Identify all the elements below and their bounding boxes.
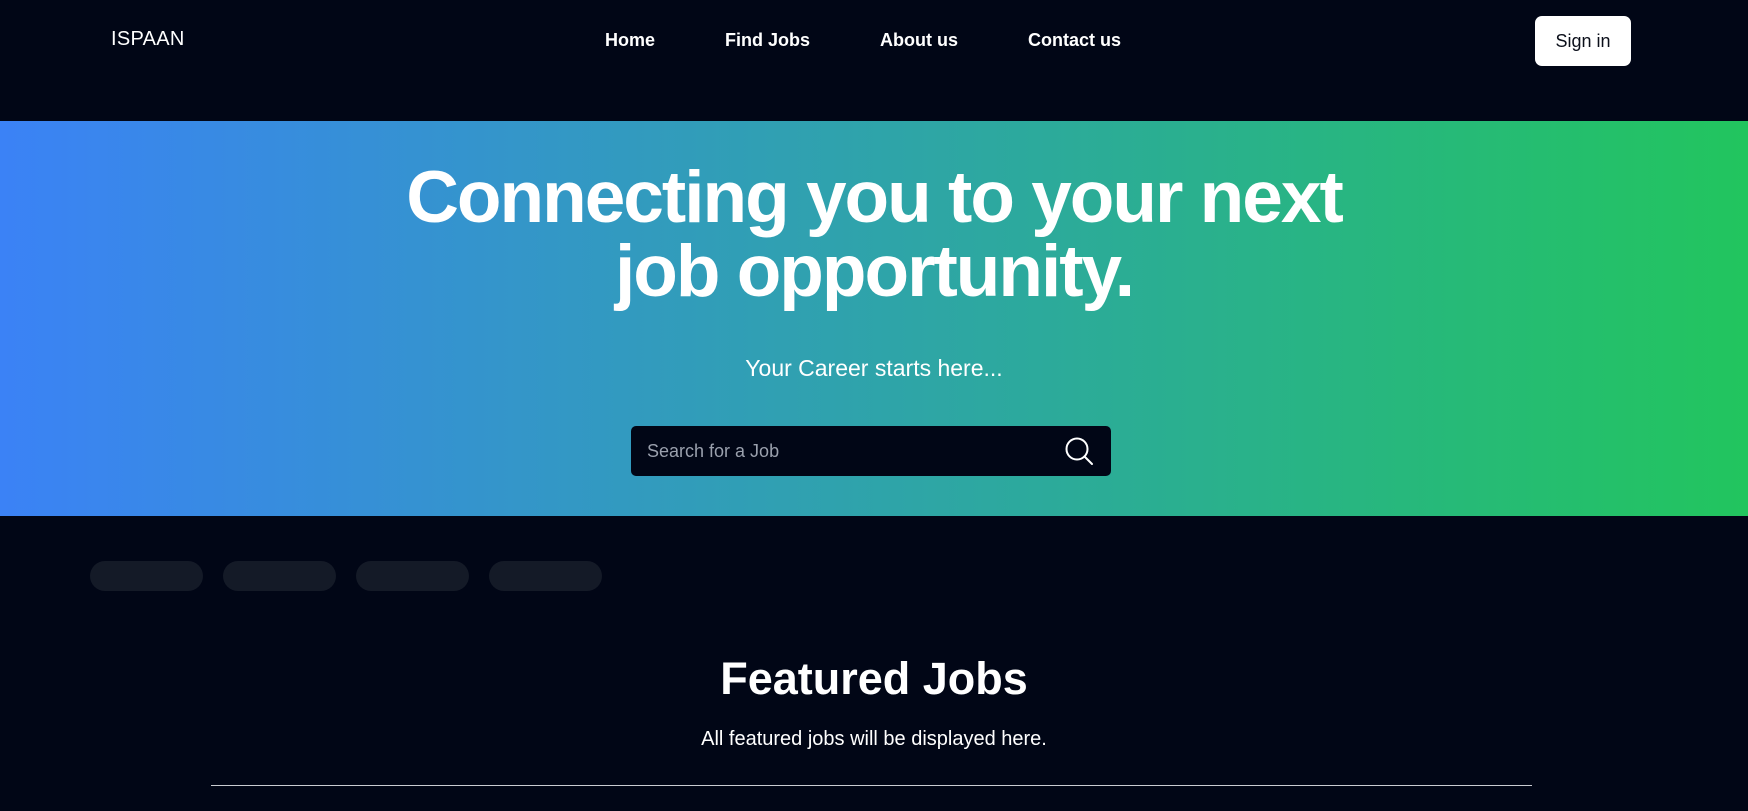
featured-jobs-title: Featured Jobs: [720, 653, 1028, 704]
brand-logo[interactable]: ISPAAN: [111, 28, 185, 51]
job-search-bar: [631, 426, 1111, 476]
hero-subtitle: Your Career starts here...: [745, 355, 1003, 381]
section-divider: [211, 785, 1532, 786]
hero-banner: Connecting you to your next job opportun…: [0, 121, 1748, 516]
category-filter-bar: [90, 561, 602, 591]
top-navbar: ISPAAN Home Find Jobs About us Contact u…: [0, 0, 1748, 121]
sign-in-button[interactable]: Sign in: [1535, 16, 1631, 66]
search-icon: [1065, 437, 1093, 465]
search-button[interactable]: [1047, 426, 1111, 476]
main-nav: Home Find Jobs About us Contact us: [605, 30, 1121, 51]
hero-title-line-2: job opportunity.: [614, 231, 1135, 312]
category-pill[interactable]: [356, 561, 469, 591]
nav-link-contact-us[interactable]: Contact us: [1028, 30, 1121, 51]
nav-link-about-us[interactable]: About us: [880, 30, 958, 51]
job-search-input[interactable]: [631, 426, 1047, 476]
hero-title-line-1: Connecting you to your next: [406, 157, 1344, 238]
hero-title: Connecting you to your next job opportun…: [0, 161, 1748, 309]
category-pill[interactable]: [489, 561, 602, 591]
category-pill[interactable]: [90, 561, 203, 591]
nav-link-find-jobs[interactable]: Find Jobs: [725, 30, 810, 51]
category-pill[interactable]: [223, 561, 336, 591]
featured-jobs-subtitle: All featured jobs will be displayed here…: [701, 728, 1047, 750]
nav-link-home[interactable]: Home: [605, 30, 655, 51]
